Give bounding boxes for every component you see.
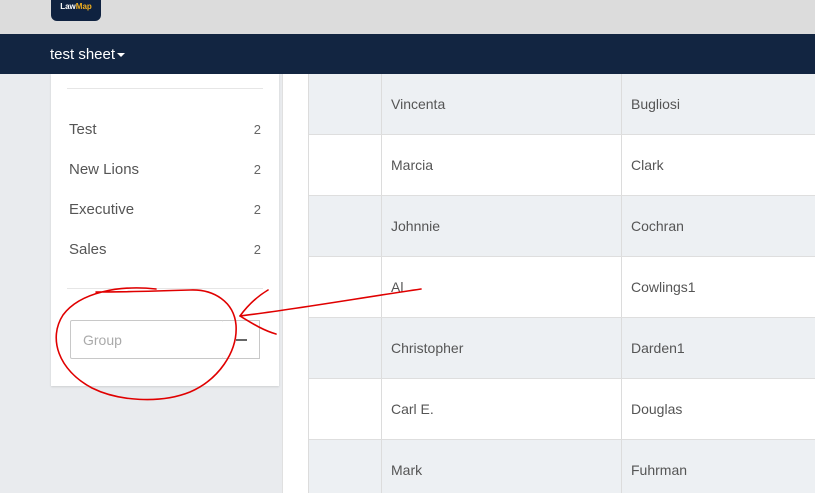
group-count: 2 <box>253 161 261 177</box>
first-name-cell: Al <box>382 257 622 317</box>
group-item-test[interactable]: Test 2 <box>69 114 261 144</box>
last-name-cell: Bugliosi <box>631 96 681 112</box>
table-row[interactable]: Carl E. Douglas <box>309 379 815 440</box>
remove-group-button[interactable] <box>223 320 260 359</box>
row-select-cell[interactable] <box>309 74 382 134</box>
sheet-dropdown-toggle[interactable]: test sheet <box>50 34 126 74</box>
row-select-cell[interactable] <box>309 440 382 493</box>
groups-sidebar: Test 2 New Lions 2 Executive 2 Sales 2 <box>51 74 279 386</box>
sheet-label: test sheet <box>50 46 116 63</box>
table-row[interactable]: Christopher Darden1 <box>309 318 815 379</box>
divider <box>67 88 263 89</box>
nav-bar: test sheet <box>0 34 815 74</box>
group-name: Executive <box>69 200 135 218</box>
group-name: Sales <box>69 240 107 258</box>
first-name-cell: Marcia <box>382 135 622 195</box>
minus-icon <box>236 339 247 341</box>
table-row[interactable]: Johnnie Cochran <box>309 196 815 257</box>
group-count: 2 <box>253 201 261 217</box>
group-count: 2 <box>253 241 261 257</box>
first-name-cell: Christopher <box>382 318 622 378</box>
first-name-cell: Carl E. <box>382 379 622 439</box>
last-name-cell: Douglas <box>631 401 683 417</box>
caret-down-icon <box>117 53 126 58</box>
group-item-sales[interactable]: Sales 2 <box>69 234 261 264</box>
group-count: 2 <box>253 121 261 137</box>
group-name: New Lions <box>69 160 140 178</box>
row-select-cell[interactable] <box>309 379 382 439</box>
contacts-table: Vincenta Bugliosi Marcia Clark Johnnie C… <box>308 74 815 493</box>
first-name-cell: Johnnie <box>382 196 622 256</box>
group-name-input[interactable] <box>70 320 224 359</box>
table-row[interactable]: Al Cowlings1 <box>309 257 815 318</box>
last-name-cell: Darden1 <box>631 340 685 356</box>
table-row[interactable]: Marcia Clark <box>309 135 815 196</box>
row-select-cell[interactable] <box>309 196 382 256</box>
group-item-executive[interactable]: Executive 2 <box>69 194 261 224</box>
top-bar: LawMap <box>0 0 815 34</box>
first-name-cell: Vincenta <box>382 74 622 134</box>
last-name-cell: Cowlings1 <box>631 279 696 295</box>
table-row[interactable]: Mark Fuhrman <box>309 440 815 493</box>
logo-text-law: Law <box>60 2 76 11</box>
last-name-cell: Cochran <box>631 218 684 234</box>
table-row[interactable]: Vincenta Bugliosi <box>309 74 815 135</box>
lawmap-logo[interactable]: LawMap <box>51 0 101 21</box>
logo-text-map: Map <box>75 2 92 11</box>
first-name-cell: Mark <box>382 440 622 493</box>
last-name-cell: Fuhrman <box>631 462 688 478</box>
group-item-new-lions[interactable]: New Lions 2 <box>69 154 261 184</box>
group-name: Test <box>69 120 97 138</box>
row-select-cell[interactable] <box>309 257 382 317</box>
row-select-cell[interactable] <box>309 318 382 378</box>
divider <box>67 288 263 289</box>
last-name-cell: Clark <box>631 157 664 173</box>
row-select-cell[interactable] <box>309 135 382 195</box>
